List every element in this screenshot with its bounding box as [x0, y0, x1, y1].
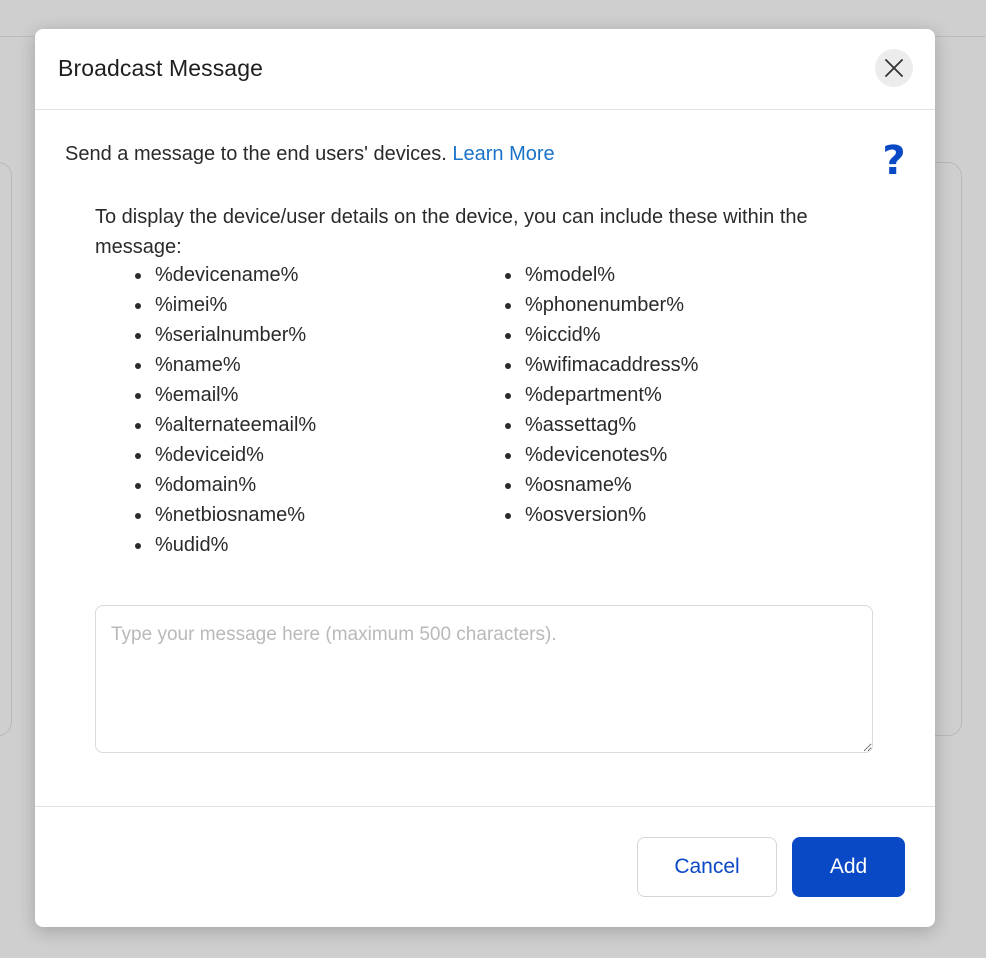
- variable-item: %model%: [505, 260, 698, 290]
- variable-item: %udid%: [135, 530, 316, 560]
- variable-list-right: %model% %phonenumber% %iccid% %wifimacaddre…: [505, 260, 698, 530]
- cancel-button[interactable]: Cancel: [637, 837, 777, 897]
- dialog-header: Broadcast Message: [35, 29, 935, 110]
- variable-item: %email%: [135, 380, 316, 410]
- message-input[interactable]: [95, 605, 873, 753]
- variable-item: %iccid%: [505, 320, 698, 350]
- variable-item: %wifimacaddress%: [505, 350, 698, 380]
- broadcast-message-dialog: Broadcast Message Send a message to the …: [35, 29, 935, 927]
- add-button[interactable]: Add: [792, 837, 905, 897]
- variable-item: %phonenumber%: [505, 290, 698, 320]
- variable-item: %imei%: [135, 290, 316, 320]
- variable-item: %domain%: [135, 470, 316, 500]
- intro-text: Send a message to the end users' devices…: [65, 143, 447, 165]
- variable-item: %serialnumber%: [135, 320, 316, 350]
- learn-more-link[interactable]: Learn More: [452, 143, 554, 165]
- dialog-title: Broadcast Message: [58, 55, 263, 81]
- variable-item: %name%: [135, 350, 316, 380]
- close-button[interactable]: [875, 49, 913, 87]
- variable-item: %osversion%: [505, 500, 698, 530]
- variable-item: %assettag%: [505, 410, 698, 440]
- intro-line: Send a message to the end users' devices…: [65, 143, 555, 166]
- variable-item: %alternateemail%: [135, 410, 316, 440]
- variable-item: %devicename%: [135, 260, 316, 290]
- variable-item: %osname%: [505, 470, 698, 500]
- dialog-footer: Cancel Add: [35, 806, 935, 927]
- variable-list-left: %devicename% %imei% %serialnumber% %name% %e…: [135, 260, 316, 560]
- close-icon: [885, 59, 903, 77]
- variable-item: %devicenotes%: [505, 440, 698, 470]
- variable-item: %netbiosname%: [135, 500, 316, 530]
- background-card-left: [0, 162, 12, 736]
- info-text: To display the device/user details on th…: [95, 206, 808, 258]
- variable-item: %deviceid%: [135, 440, 316, 470]
- help-icon[interactable]: ?: [877, 138, 911, 184]
- variable-item: %department%: [505, 380, 698, 410]
